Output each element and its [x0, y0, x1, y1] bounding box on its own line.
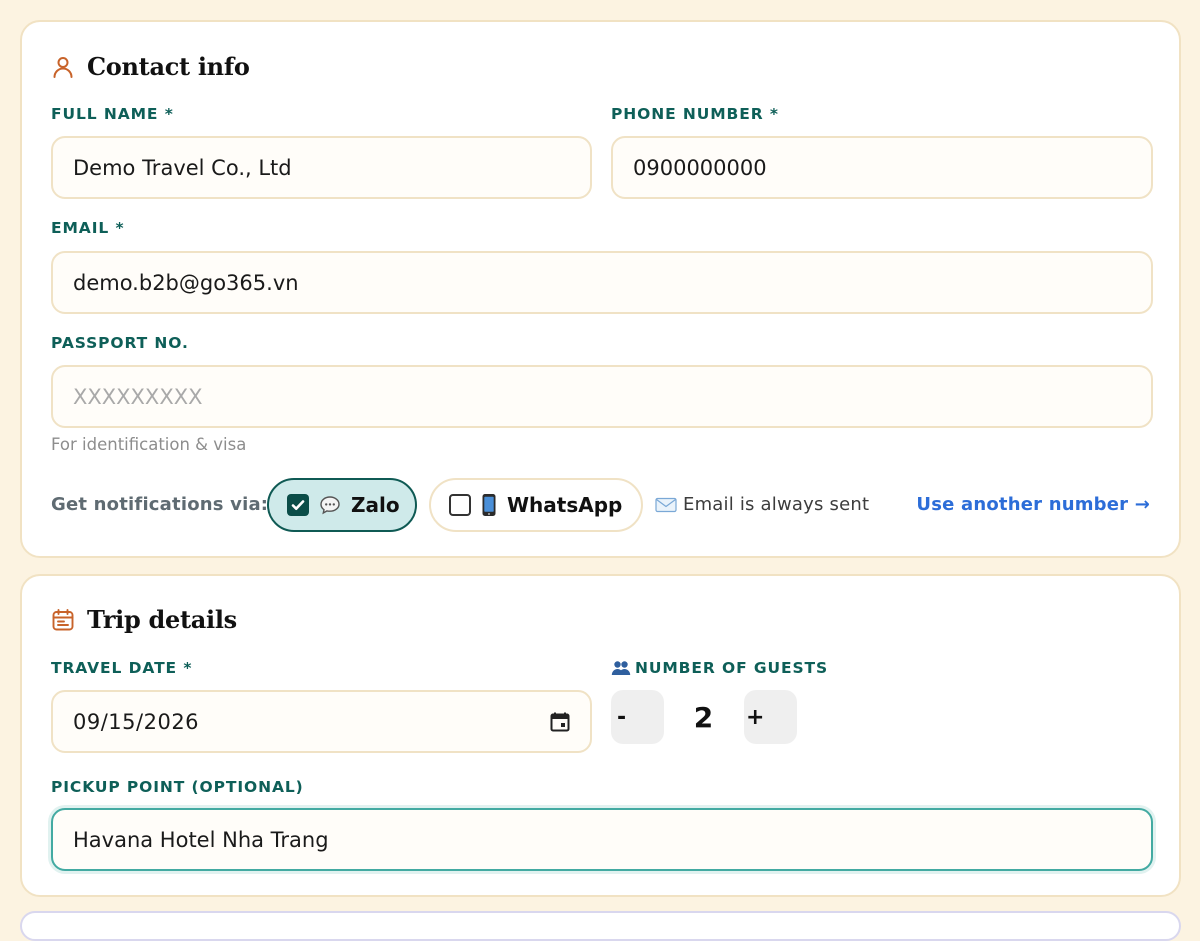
guests-count: 2 [693, 700, 714, 734]
contact-info-card: Contact info FULL NAME * Demo Travel Co.… [20, 20, 1181, 558]
person-icon [51, 55, 75, 79]
trip-details-card: Trip details TRAVEL DATE * 09/15/2026 NU… [20, 574, 1181, 897]
passport-label: PASSPORT NO. [51, 334, 189, 352]
travel-date-label: TRAVEL DATE * [51, 659, 193, 677]
people-icon [611, 660, 631, 676]
travel-date-value: 09/15/2026 [73, 709, 200, 734]
travel-date-input[interactable]: 09/15/2026 [51, 690, 592, 753]
trip-details-title: Trip details [87, 605, 237, 634]
envelope-icon [655, 497, 677, 513]
calendar-picker-icon[interactable] [550, 712, 570, 732]
zalo-checkbox[interactable] [287, 494, 309, 516]
zalo-notification-toggle[interactable]: Zalo [267, 478, 417, 532]
full-name-label: FULL NAME * [51, 105, 174, 123]
passport-input[interactable]: XXXXXXXXX [51, 365, 1153, 428]
zalo-label: Zalo [351, 493, 400, 517]
whatsapp-label: WhatsApp [507, 493, 623, 517]
phone-number-label: PHONE NUMBER * [611, 105, 779, 123]
trip-details-heading: Trip details [51, 605, 237, 634]
contact-info-heading: Contact info [51, 52, 250, 81]
notifications-label: Get notifications via: [51, 494, 269, 515]
email-input[interactable]: demo.b2b@go365.vn [51, 251, 1153, 314]
pickup-point-input[interactable]: Havana Hotel Nha Trang [51, 808, 1153, 871]
use-another-number-link[interactable]: Use another number → [916, 494, 1150, 515]
email-note-text: Email is always sent [683, 494, 870, 515]
email-label: EMAIL * [51, 219, 125, 237]
number-of-guests-text: NUMBER OF GUESTS [635, 659, 829, 677]
increase-guests-button[interactable]: + [744, 690, 797, 744]
plus-symbol: + [746, 704, 765, 730]
whatsapp-checkbox[interactable] [449, 494, 471, 516]
whatsapp-notification-toggle[interactable]: WhatsApp [429, 478, 643, 532]
number-of-guests-label: NUMBER OF GUESTS [611, 659, 828, 677]
full-name-input[interactable]: Demo Travel Co., Ltd [51, 136, 592, 199]
contact-info-title: Contact info [87, 52, 250, 81]
next-section-card [20, 911, 1181, 941]
mobile-phone-icon [481, 493, 497, 517]
calendar-icon [51, 608, 75, 632]
pickup-point-label: PICKUP POINT (OPTIONAL) [51, 778, 304, 796]
decrease-guests-button[interactable]: - [611, 690, 664, 744]
speech-bubble-icon [319, 495, 341, 515]
email-always-sent-note: Email is always sent [655, 494, 869, 515]
passport-hint: For identification & visa [51, 435, 247, 454]
phone-number-input[interactable]: 0900000000 [611, 136, 1153, 199]
